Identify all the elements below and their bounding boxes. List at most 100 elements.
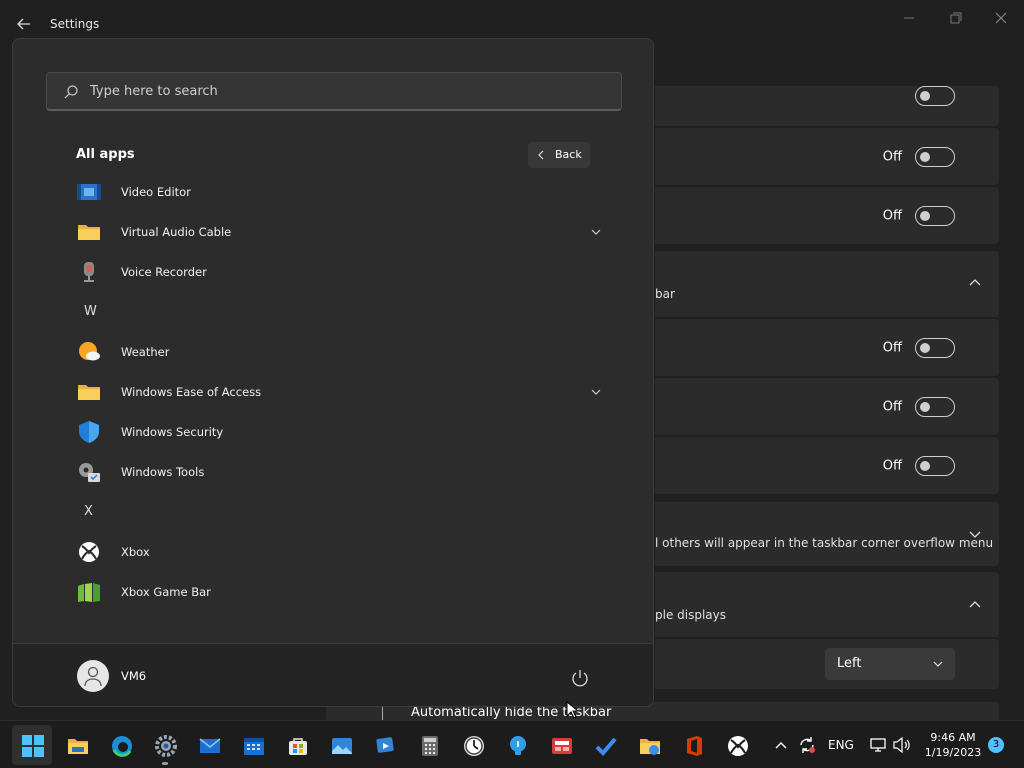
toggle-state-label: Off <box>882 340 902 355</box>
taskbar-office[interactable] <box>673 725 713 765</box>
back-arrow-icon[interactable] <box>14 14 34 34</box>
chevron-up-icon[interactable] <box>967 597 983 613</box>
taskbar-calculator[interactable] <box>409 725 449 765</box>
clock-time: 9:46 AM <box>930 731 976 744</box>
language-indicator[interactable]: ENG <box>828 738 854 752</box>
mouse-cursor-icon <box>566 701 578 719</box>
alphabet-header-w[interactable]: W <box>73 294 103 330</box>
search-icon <box>64 85 78 99</box>
app-label: Windows Tools <box>121 465 205 479</box>
search-input[interactable]: Type here to search <box>46 72 622 111</box>
dropdown-value: Left <box>837 656 862 671</box>
settings-section-header[interactable]: ple displays <box>655 572 999 637</box>
taskbar-alignment-dropdown[interactable]: Left <box>825 648 955 680</box>
app-label: Weather <box>121 345 170 359</box>
taskbar-xbox[interactable] <box>717 725 757 765</box>
lightbulb-icon <box>510 736 526 755</box>
start-menu: Type here to search All apps Back Video … <box>12 38 654 707</box>
clock-date: 1/19/2023 <box>924 746 982 759</box>
video-editor-icon <box>376 737 394 753</box>
taskbar-photos[interactable] <box>321 725 361 765</box>
taskbar-store[interactable] <box>277 725 317 765</box>
user-avatar[interactable] <box>77 660 109 692</box>
taskbar: ENG 9:46 AM 1/19/2023 3 <box>0 720 1024 768</box>
toggle-switch[interactable] <box>915 337 955 358</box>
folder-share-icon <box>640 739 660 755</box>
desktop: Settings Off Off bar Off Off Off l other… <box>0 0 1024 768</box>
checkmark-icon <box>595 737 617 756</box>
settings-row: Off <box>655 437 999 494</box>
app-item-windows-ease-of-access[interactable]: Windows Ease of Access <box>73 374 601 410</box>
app-label: Windows Ease of Access <box>121 385 262 399</box>
app-item-windows-security[interactable]: Windows Security <box>73 414 601 450</box>
app-label: Voice Recorder <box>121 265 207 279</box>
taskbar-file-explorer[interactable] <box>57 725 97 765</box>
settings-section-header[interactable]: l others will appear in the taskbar corn… <box>655 502 999 566</box>
user-icon <box>84 666 102 687</box>
settings-section-header[interactable]: bar <box>655 251 999 317</box>
taskbar-file-share[interactable] <box>629 725 669 765</box>
app-item-xbox[interactable]: Xbox <box>73 534 601 570</box>
app-label: Virtual Audio Cable <box>121 225 232 239</box>
alphabet-header-x[interactable]: X <box>73 494 103 530</box>
app-item-weather[interactable]: Weather <box>73 334 601 370</box>
taskbar-clock[interactable] <box>453 725 493 765</box>
toggle-switch[interactable] <box>915 455 955 476</box>
toggle-switch[interactable] <box>915 146 955 167</box>
calendar-icon <box>244 738 264 755</box>
volume-icon[interactable] <box>892 736 912 754</box>
chevron-up-icon[interactable] <box>774 739 788 751</box>
toggle-switch[interactable] <box>915 86 955 106</box>
minimize-icon[interactable] <box>886 8 932 28</box>
settings-row: Off <box>655 319 999 376</box>
app-label: Windows Security <box>121 425 224 439</box>
taskbar-news[interactable] <box>541 725 581 765</box>
clock[interactable]: 9:46 AM 1/19/2023 <box>922 730 984 760</box>
auto-hide-checkbox-label[interactable]: Automatically hide the taskbar <box>411 705 611 720</box>
taskbar-settings[interactable] <box>145 725 185 765</box>
toggle-switch[interactable] <box>915 205 955 226</box>
chevron-down-icon[interactable] <box>591 387 601 397</box>
restore-icon[interactable] <box>932 8 978 28</box>
all-apps-title: All apps <box>76 147 135 162</box>
folder-icon <box>78 385 100 400</box>
divider <box>382 706 383 720</box>
xbox-game-bar-icon <box>78 583 100 602</box>
start-button[interactable] <box>12 725 52 765</box>
chevron-left-icon <box>538 150 544 160</box>
taskbar-video-editor[interactable] <box>365 725 405 765</box>
store-icon <box>289 738 307 755</box>
user-name[interactable]: VM6 <box>121 669 146 683</box>
back-button[interactable]: Back <box>528 142 590 168</box>
toggle-state-label: Off <box>882 149 902 164</box>
window-title: Settings <box>50 17 100 31</box>
taskbar-tips[interactable] <box>497 725 537 765</box>
app-label: Video Editor <box>121 185 191 199</box>
mail-icon <box>199 738 221 753</box>
app-item-xbox-game-bar[interactable]: Xbox Game Bar <box>73 574 601 610</box>
news-icon <box>552 738 572 754</box>
app-item-voice-recorder[interactable]: Voice Recorder <box>73 254 601 290</box>
taskbar-mail[interactable] <box>189 725 229 765</box>
photos-icon <box>332 738 352 754</box>
taskbar-todo[interactable] <box>585 725 625 765</box>
chevron-up-icon[interactable] <box>967 275 983 291</box>
taskbar-edge[interactable] <box>101 725 141 765</box>
settings-row: Off <box>655 378 999 435</box>
xbox-icon <box>728 736 748 756</box>
app-item-virtual-audio-cable[interactable]: Virtual Audio Cable <box>73 214 601 250</box>
app-item-windows-tools[interactable]: Windows Tools <box>73 454 601 490</box>
taskbar-calendar[interactable] <box>233 725 273 765</box>
close-icon[interactable] <box>978 8 1024 28</box>
chevron-down-icon[interactable] <box>591 227 601 237</box>
app-item-video-editor[interactable]: Video Editor <box>73 174 601 210</box>
notification-badge[interactable]: 3 <box>988 737 1004 753</box>
network-icon[interactable] <box>869 736 887 754</box>
sync-icon[interactable] <box>797 735 817 755</box>
power-icon[interactable] <box>570 668 590 688</box>
clock-icon <box>464 736 484 756</box>
chevron-down-icon[interactable] <box>967 526 983 542</box>
toggle-switch[interactable] <box>915 396 955 417</box>
calculator-icon <box>422 736 438 756</box>
windows-logo-icon <box>22 735 44 757</box>
